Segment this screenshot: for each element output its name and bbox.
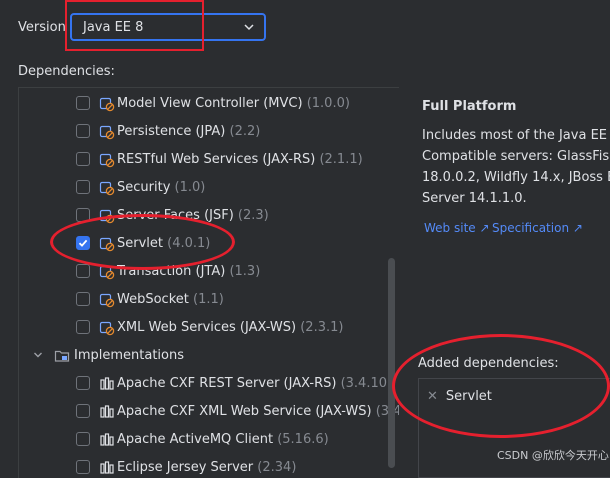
dependency-version: (2.3) bbox=[237, 208, 269, 223]
tree-row[interactable]: Transaction (JTA) (1.3) bbox=[19, 259, 399, 287]
library-icon bbox=[99, 292, 115, 308]
dependency-version: (3.4.10) bbox=[340, 376, 393, 391]
tree-scrollbar[interactable] bbox=[388, 258, 395, 468]
desc-line: Server 14.1.1.0. bbox=[422, 191, 527, 206]
dependency-label: Apache CXF XML Web Service (JAX-WS) (3.4… bbox=[117, 404, 399, 419]
tree-row[interactable]: Model View Controller (MVC) (1.0.0) bbox=[19, 91, 399, 119]
library-icon bbox=[99, 320, 115, 336]
dependencies-tree[interactable]: Model View Controller (MVC) (1.0.0) Persi… bbox=[18, 87, 399, 478]
dependency-version: (2.2) bbox=[229, 124, 261, 139]
folder-icon bbox=[54, 350, 70, 362]
tree-row[interactable]: XML Web Services (JAX-WS) (2.3.1) bbox=[19, 315, 399, 343]
library-icon bbox=[99, 96, 115, 112]
dependency-name: Apache ActiveMQ Client bbox=[117, 432, 274, 447]
dependency-version: (2.1.1) bbox=[319, 152, 363, 167]
library-icon bbox=[99, 180, 115, 196]
dependency-name: Apache CXF REST Server (JAX-RS) bbox=[117, 376, 337, 391]
dependency-checkbox[interactable] bbox=[76, 320, 90, 334]
implementations-group[interactable]: Implementations bbox=[19, 343, 399, 371]
dependencies-label: Dependencies: bbox=[18, 64, 115, 79]
dependency-checkbox[interactable] bbox=[76, 180, 90, 194]
dependency-name: Eclipse Jersey Server bbox=[117, 460, 254, 475]
desc-line: Includes most of the Java EE sp bbox=[422, 128, 610, 143]
dependency-checkbox[interactable] bbox=[76, 404, 90, 418]
dependency-name: Security bbox=[117, 180, 171, 195]
dependency-label: Apache ActiveMQ Client (5.16.6) bbox=[117, 432, 329, 447]
tree-row[interactable]: Apache CXF REST Server (JAX-RS) (3.4.10) bbox=[19, 371, 399, 399]
module-icon bbox=[99, 460, 115, 476]
dependency-label: Eclipse Jersey Server (2.34) bbox=[117, 460, 296, 475]
dependency-version: (5.16.6) bbox=[277, 432, 329, 447]
tree-row[interactable]: Apache CXF XML Web Service (JAX-WS) (3.4… bbox=[19, 399, 399, 427]
chevron-down-icon bbox=[244, 24, 254, 31]
dependency-name: RESTful Web Services (JAX-RS) bbox=[117, 152, 316, 167]
dependency-name: Model View Controller (MVC) bbox=[117, 96, 303, 111]
annotation-rectangle bbox=[65, 0, 204, 51]
tree-row[interactable]: RESTful Web Services (JAX-RS) (2.1.1) bbox=[19, 147, 399, 175]
tree-row[interactable]: Persistence (JPA) (2.2) bbox=[19, 119, 399, 147]
tree-row[interactable]: Apache ActiveMQ Client (5.16.6) bbox=[19, 427, 399, 455]
watermark: CSDN @欣欣今天开心 bbox=[497, 449, 609, 462]
dependency-label: WebSocket (1.1) bbox=[117, 292, 224, 307]
annotation-ellipse-servlet bbox=[50, 214, 235, 270]
dependency-label: Apache CXF REST Server (JAX-RS) (3.4.10) bbox=[117, 376, 392, 391]
dependency-version: (1.0.0) bbox=[306, 96, 350, 111]
dependency-version: (1.1) bbox=[193, 292, 224, 307]
dependency-checkbox[interactable] bbox=[76, 460, 90, 474]
details-description: Includes most of the Java EE sp Compatib… bbox=[422, 125, 610, 209]
dependency-label: RESTful Web Services (JAX-RS) (2.1.1) bbox=[117, 152, 363, 167]
dependency-label: Persistence (JPA) (2.2) bbox=[117, 124, 260, 139]
module-icon bbox=[99, 376, 115, 392]
dependency-version: (2.34) bbox=[257, 460, 297, 475]
specification-link[interactable]: Specification ↗ bbox=[492, 221, 583, 235]
dependency-name: XML Web Services (JAX-WS) bbox=[117, 320, 297, 335]
dependency-checkbox[interactable] bbox=[76, 264, 90, 278]
dependency-version: (1.3) bbox=[229, 264, 261, 279]
web-site-link[interactable]: Web site ↗ bbox=[424, 221, 490, 235]
library-icon bbox=[99, 124, 115, 140]
implementations-label: Implementations bbox=[74, 348, 184, 363]
dependency-label: XML Web Services (JAX-WS) (2.3.1) bbox=[117, 320, 343, 335]
module-icon bbox=[99, 432, 115, 448]
dependency-name: Persistence (JPA) bbox=[117, 124, 226, 139]
dependency-version: (2.3.1) bbox=[300, 320, 344, 335]
dependency-checkbox[interactable] bbox=[76, 124, 90, 138]
dependency-checkbox[interactable] bbox=[76, 376, 90, 390]
dependency-checkbox[interactable] bbox=[76, 152, 90, 166]
dependency-checkbox[interactable] bbox=[76, 292, 90, 306]
module-icon bbox=[99, 404, 115, 420]
chevron-down-icon[interactable] bbox=[33, 350, 43, 360]
tree-row[interactable]: Security (1.0) bbox=[19, 175, 399, 203]
tree-row[interactable]: WebSocket (1.1) bbox=[19, 287, 399, 315]
dependency-name: WebSocket bbox=[117, 292, 189, 307]
version-label: Version bbox=[18, 20, 66, 35]
annotation-ellipse-added bbox=[392, 334, 610, 438]
desc-line: Compatible servers: GlassFish 5 bbox=[422, 149, 610, 164]
dependency-name: Apache CXF XML Web Service (JAX-WS) bbox=[117, 404, 372, 419]
details-title: Full Platform bbox=[422, 99, 517, 114]
library-icon bbox=[99, 152, 115, 168]
dependency-checkbox[interactable] bbox=[76, 432, 90, 446]
dependency-label: Model View Controller (MVC) (1.0.0) bbox=[117, 96, 350, 111]
dependency-checkbox[interactable] bbox=[76, 96, 90, 110]
dependency-label: Security (1.0) bbox=[117, 180, 205, 195]
desc-line: 18.0.0.2, Wildfly 14.x, JBoss Ent bbox=[422, 170, 610, 185]
dependency-version: (1.0) bbox=[174, 180, 206, 195]
